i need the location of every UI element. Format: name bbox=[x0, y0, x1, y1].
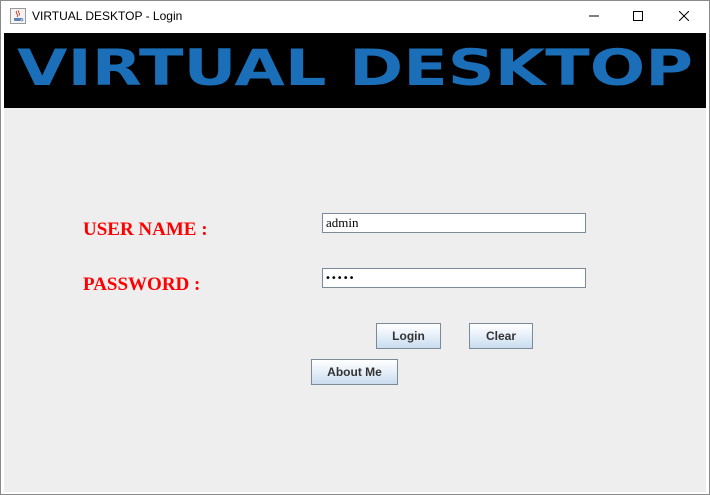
password-label: PASSWORD : bbox=[83, 274, 201, 295]
login-window: VIRTUAL DESKTOP - Login VIRTUAL DESKTOP … bbox=[0, 0, 710, 495]
login-button[interactable]: Login bbox=[376, 323, 441, 349]
clear-button[interactable]: Clear bbox=[469, 323, 533, 349]
username-label: USER NAME : bbox=[83, 219, 208, 240]
banner-logo: VIRTUAL DESKTOP bbox=[17, 39, 693, 97]
close-button[interactable] bbox=[661, 1, 707, 32]
title-bar[interactable]: VIRTUAL DESKTOP - Login bbox=[1, 1, 709, 32]
close-icon bbox=[678, 8, 690, 26]
login-panel: USER NAME : PASSWORD : Login Clear About… bbox=[4, 108, 706, 492]
minimize-button[interactable] bbox=[571, 1, 617, 32]
java-app-icon bbox=[10, 8, 26, 24]
maximize-button[interactable] bbox=[615, 1, 661, 32]
username-field[interactable] bbox=[322, 213, 586, 233]
minimize-icon bbox=[589, 8, 599, 26]
password-field[interactable] bbox=[322, 268, 586, 288]
maximize-icon bbox=[633, 8, 643, 26]
about-me-button[interactable]: About Me bbox=[311, 359, 398, 385]
window-title: VIRTUAL DESKTOP - Login bbox=[32, 9, 183, 23]
banner: VIRTUAL DESKTOP bbox=[4, 33, 706, 108]
banner-title: VIRTUAL DESKTOP bbox=[17, 39, 693, 97]
